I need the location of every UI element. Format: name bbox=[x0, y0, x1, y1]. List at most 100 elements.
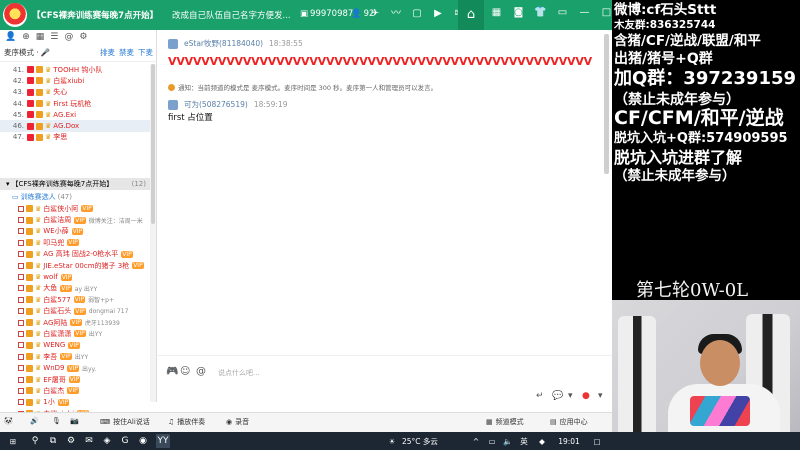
minimize-icon[interactable]: — bbox=[578, 7, 591, 18]
settings-icon[interactable]: ⚙ bbox=[79, 32, 87, 42]
image-icon[interactable]: ▢ bbox=[410, 7, 424, 21]
list-item[interactable]: ♛ 李吾 VIP 出YY bbox=[0, 351, 150, 362]
user-name[interactable]: TOOHH 钩小队 bbox=[53, 65, 102, 75]
windows-start-icon[interactable]: ⊞ bbox=[6, 434, 20, 448]
grid-icon[interactable]: ▦ bbox=[36, 32, 45, 42]
weather-icon[interactable]: ☀ bbox=[385, 434, 399, 448]
queue-join-link[interactable]: 排麦 bbox=[100, 47, 115, 58]
user-name[interactable]: AG.Dox bbox=[53, 122, 79, 130]
message-sender-1[interactable]: eStar牧野(81184040) bbox=[184, 38, 263, 49]
mic-icon[interactable]: 🎙 bbox=[52, 417, 61, 425]
user-name[interactable]: 大鱼 bbox=[43, 283, 57, 293]
channel-logo-icon[interactable] bbox=[3, 3, 27, 27]
user-name[interactable]: AG阿陆 bbox=[43, 318, 67, 328]
chat-scrollbar-thumb[interactable] bbox=[604, 34, 609, 174]
user-name[interactable]: 白鲨杰 bbox=[43, 386, 64, 396]
list-item[interactable]: 43. ♛ 失心 bbox=[0, 87, 150, 98]
tray-chevron-icon[interactable]: ^ bbox=[470, 434, 482, 448]
queue-leave-link[interactable]: 下麦 bbox=[138, 47, 153, 58]
notification-icon[interactable]: ▢ bbox=[590, 434, 604, 448]
send-arrow-icon[interactable]: ↵ bbox=[536, 391, 544, 401]
user-name[interactable]: AG 高玮 固战2-0枪水平 bbox=[43, 249, 118, 259]
task-view-icon[interactable]: ⧉ bbox=[46, 434, 60, 448]
user-name[interactable]: First 玩机枪 bbox=[53, 99, 91, 109]
chat-scrollbar[interactable] bbox=[604, 34, 609, 354]
clock[interactable]: 19:01 bbox=[556, 434, 582, 448]
camera-icon[interactable]: 📷 bbox=[70, 417, 79, 425]
speaker-icon[interactable]: 🔊 bbox=[30, 417, 39, 425]
subchannel-row[interactable]: ▭ 训练赛选人 (47) bbox=[0, 191, 150, 202]
list-item[interactable]: ♛ 白鲨杰 VIP bbox=[0, 385, 150, 396]
user-name[interactable]: 白鲨xiubi bbox=[53, 76, 84, 86]
volume-icon[interactable]: 🔈 bbox=[502, 434, 514, 448]
user-name[interactable]: WnD9 bbox=[43, 364, 64, 372]
user-name[interactable]: 白鲨侠小阿 bbox=[43, 204, 78, 214]
plane-icon[interactable]: ✈ bbox=[368, 7, 382, 21]
app-center-button[interactable]: ▤ 应用中心 bbox=[550, 417, 588, 427]
user-list-scrollbar[interactable] bbox=[150, 64, 156, 402]
list-icon[interactable]: ☰ bbox=[50, 32, 58, 42]
list-item[interactable]: ♛ 白鲨潇潇 VIP 出YY bbox=[0, 328, 150, 339]
user-name[interactable]: AG.Exi bbox=[53, 111, 76, 119]
mic-icon[interactable]: 🎤 bbox=[41, 48, 50, 57]
network-icon[interactable]: ▭ bbox=[486, 434, 498, 448]
user-name[interactable]: EF屠哥 bbox=[43, 375, 65, 385]
at-icon[interactable]: @ bbox=[196, 366, 206, 377]
list-item[interactable]: ♛ WE小薛 VIP bbox=[0, 226, 150, 237]
home-icon[interactable]: ⌂ bbox=[458, 0, 484, 30]
queue-ban-link[interactable]: 禁麦 bbox=[119, 47, 134, 58]
emoji-icon[interactable]: ☺ bbox=[180, 366, 190, 377]
user-name[interactable]: 叩马兜 bbox=[43, 238, 64, 248]
scrollbar-thumb[interactable] bbox=[151, 64, 155, 224]
message-input[interactable]: 说点什么吧... bbox=[218, 368, 260, 378]
user-name[interactable]: WE小薛 bbox=[43, 226, 68, 236]
user-name[interactable]: 白鲨577 bbox=[43, 295, 70, 305]
list-item[interactable]: ♛ 大鱼 VIP ay 出YY bbox=[0, 283, 150, 294]
list-item[interactable]: ♛ 白鲨洁周 VIP 微博关注：洁周一米 bbox=[0, 214, 150, 225]
list-item[interactable]: ♛ 叩马兜 VIP bbox=[0, 237, 150, 248]
user-add-icon[interactable]: ⊕ bbox=[22, 32, 30, 42]
minimize-small-icon[interactable]: ▭ bbox=[556, 7, 569, 18]
user-name[interactable]: 1小 bbox=[43, 397, 54, 407]
avatar[interactable] bbox=[168, 38, 178, 49]
record-button[interactable]: ◉ 录音 bbox=[226, 417, 249, 427]
list-item[interactable]: ♛ WENG VIP bbox=[0, 340, 150, 351]
user-name[interactable]: 李吾 bbox=[43, 352, 57, 362]
search-icon[interactable]: ⚲ bbox=[28, 434, 42, 448]
tray-app-icon[interactable]: ◆ bbox=[536, 434, 548, 448]
chat-bubble-icon[interactable]: 💬 bbox=[552, 391, 563, 401]
user-name[interactable]: 白鲨石头 bbox=[43, 306, 71, 316]
weather[interactable]: 25°C 多云 bbox=[402, 434, 452, 448]
list-item[interactable]: ♛ EF屠哥 VIP bbox=[0, 374, 150, 385]
user-name[interactable]: WENG bbox=[43, 341, 65, 349]
list-item[interactable]: 44. ♛ First 玩机枪 bbox=[0, 98, 150, 109]
channel-mode-button[interactable]: ▦ 频道模式 bbox=[486, 417, 524, 427]
list-item[interactable]: ♛ AG阿陆 VIP 虎牙113939 bbox=[0, 317, 150, 328]
message-sender-2[interactable]: 可为(508276519) bbox=[184, 99, 248, 110]
channel-row[interactable]: ▾ 【CFS裸奔训练赛每晚7点开始】 (12) bbox=[0, 178, 150, 190]
list-item[interactable]: ♛ 1小 VIP bbox=[0, 397, 150, 408]
more-icon[interactable]: ▾ bbox=[598, 391, 603, 401]
app-media-icon[interactable]: ◈ bbox=[100, 434, 114, 448]
user-name[interactable]: JIE.eStar 00cm的猪子 3枪 bbox=[43, 261, 129, 271]
skin-icon[interactable]: 👕 bbox=[534, 7, 547, 18]
user-name[interactable]: 失心 bbox=[53, 87, 67, 97]
list-item[interactable]: 41. ♛ TOOHH 钩小队 bbox=[0, 64, 150, 75]
app-browser-icon[interactable]: G bbox=[118, 434, 132, 448]
chevron-down-icon[interactable]: ▾ bbox=[568, 391, 573, 401]
list-item[interactable]: ♛ wolf VIP bbox=[0, 271, 150, 282]
chevron-down-icon[interactable]: ▾ bbox=[6, 180, 10, 188]
grid-icon[interactable]: ▦ bbox=[490, 7, 503, 18]
game-icon[interactable]: ◙ bbox=[512, 7, 525, 18]
avatar[interactable] bbox=[168, 99, 178, 110]
push-to-talk[interactable]: ⌨ 按住Ali说话 bbox=[100, 417, 150, 427]
app-settings-icon[interactable]: ⚙ bbox=[64, 434, 78, 448]
play-icon[interactable]: ▶ bbox=[431, 7, 445, 21]
mascot-icon[interactable]: 🐼 bbox=[4, 417, 13, 425]
send-gift-icon[interactable]: ● bbox=[582, 391, 590, 401]
list-item[interactable]: ♛ WnD9 VIP 出yy. bbox=[0, 362, 150, 373]
user-name[interactable]: 李思 bbox=[53, 132, 67, 142]
music-button[interactable]: ♫ 播放伴奏 bbox=[168, 417, 205, 427]
app-obs-icon[interactable]: ◉ bbox=[136, 434, 150, 448]
user-name[interactable]: 白鲨潇潇 bbox=[43, 329, 71, 339]
